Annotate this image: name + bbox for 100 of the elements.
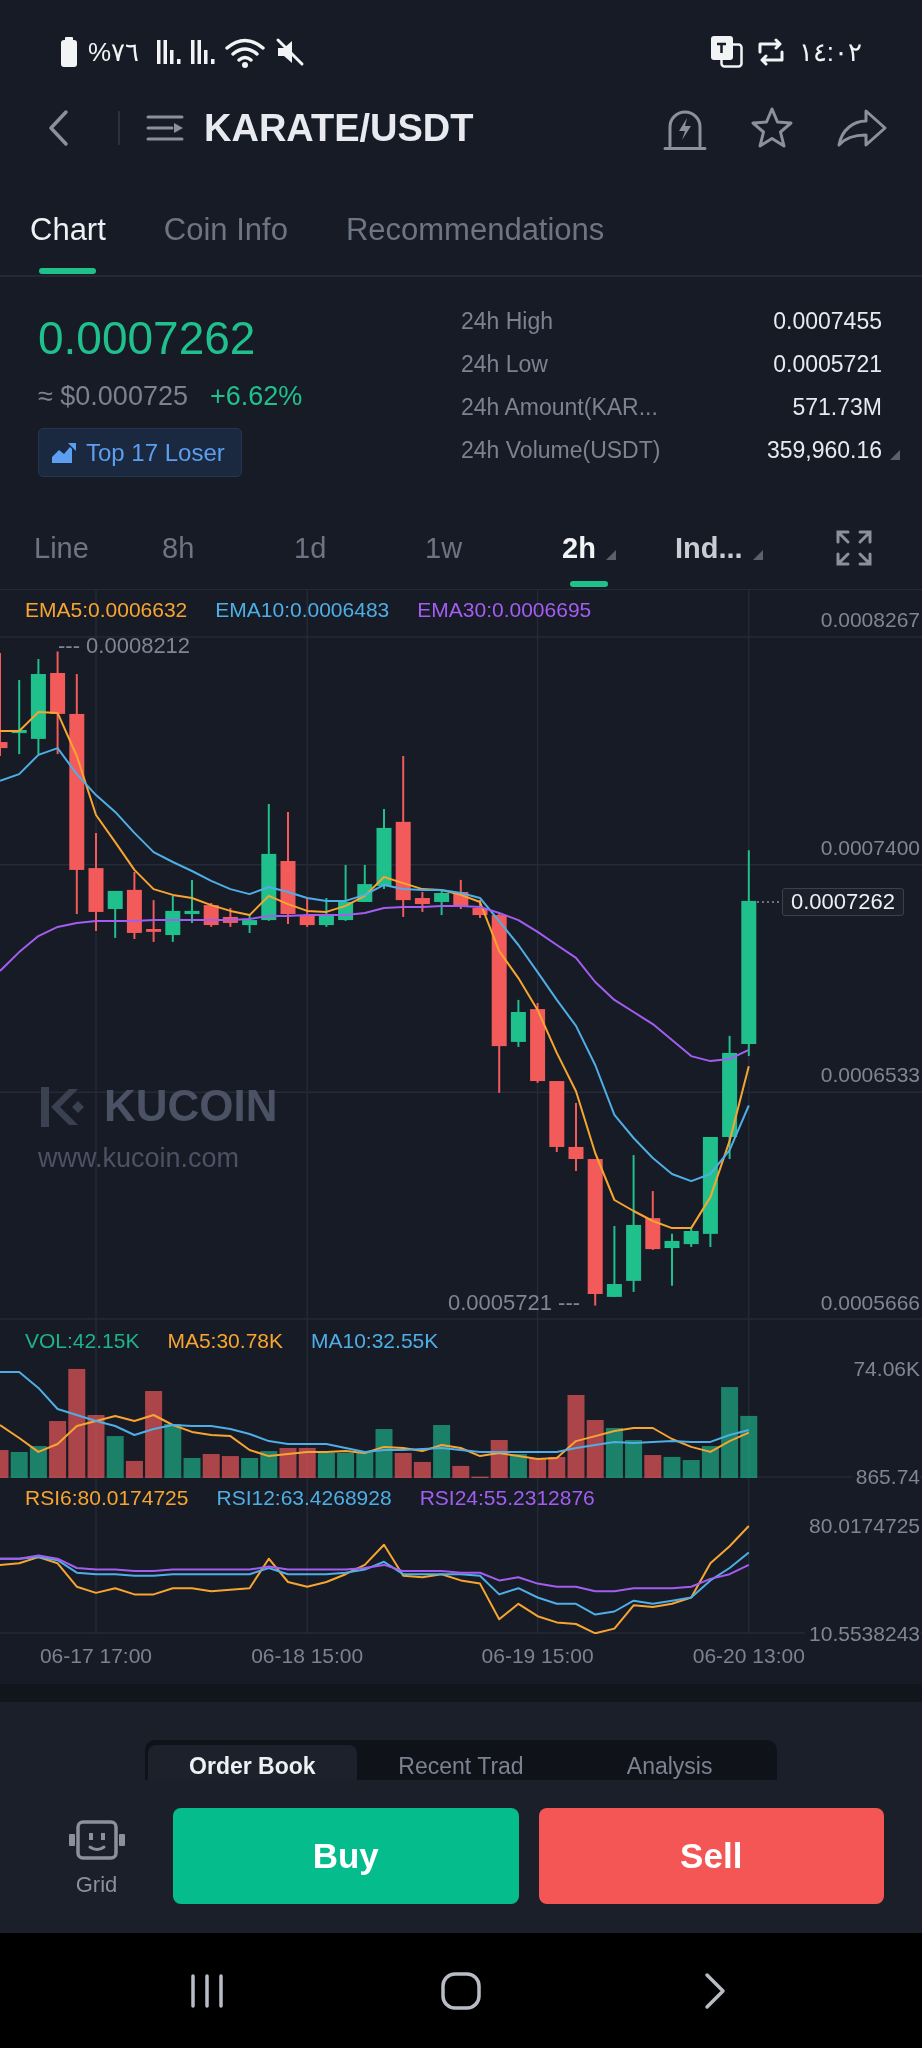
interval-tab[interactable]: 1d xyxy=(294,530,327,587)
watermark-text: KUCOIN xyxy=(104,1082,278,1130)
volume-bar xyxy=(279,1448,297,1478)
candlestick xyxy=(510,998,526,1048)
volume-bar xyxy=(241,1458,259,1478)
candlestick xyxy=(568,1102,584,1173)
candlestick xyxy=(222,907,238,928)
axis-label: 06-20 13:00 xyxy=(692,1644,805,1668)
candlestick xyxy=(414,891,430,913)
volume-bar xyxy=(221,1456,239,1478)
axis-label: 0.0005666 xyxy=(820,1291,920,1315)
indicator-value: MA10:32.55K xyxy=(311,1329,439,1353)
candlestick xyxy=(165,894,181,943)
axis-label: 06-17 17:00 xyxy=(39,1644,153,1668)
indicator-value: EMA5:0.0006632 xyxy=(25,598,188,622)
stat-label: 24h Amount(KAR... xyxy=(461,394,659,421)
stat-value: 0.0007455 xyxy=(773,308,882,335)
stat-value: 0.0005721 xyxy=(773,351,882,378)
indicator-value: RSI6:80.0174725 xyxy=(25,1486,189,1510)
battery-icon xyxy=(60,37,78,67)
home-icon[interactable] xyxy=(441,1971,481,2010)
ranking-tag[interactable]: Top 17 Loser xyxy=(38,428,242,477)
fullscreen-icon[interactable] xyxy=(836,530,872,566)
stat-label: 24h Volume(USDT) xyxy=(461,437,662,464)
chevron-icon[interactable] xyxy=(704,1971,726,2010)
candlestick xyxy=(338,863,354,922)
indicator-value: RSI12:63.4268928 xyxy=(216,1486,392,1510)
price-change: +6.62% xyxy=(209,381,303,411)
grid-button[interactable]: Grid xyxy=(40,1808,153,1898)
tab[interactable]: Chart xyxy=(30,210,106,274)
candlestick xyxy=(242,914,258,934)
interval-tab[interactable]: Line xyxy=(34,530,89,587)
wifi-icon xyxy=(225,36,266,68)
volume-bar xyxy=(29,1446,47,1478)
usd-price: ≈ $0.000725 xyxy=(38,381,188,411)
volume-bar xyxy=(529,1459,547,1478)
candlestick xyxy=(126,871,142,940)
indicator-value: RSI24:55.2312876 xyxy=(419,1486,595,1510)
low-price-marker: 0.0005721 --- xyxy=(448,1291,581,1315)
axis-label: 0.0008267 xyxy=(820,608,920,632)
candlestick xyxy=(184,878,200,924)
axis-label: 0.0007400 xyxy=(820,835,920,860)
stat-label: 24h High xyxy=(461,308,555,335)
volume-bar xyxy=(202,1454,220,1478)
pair-title: KARATE/USDT xyxy=(204,106,474,151)
candlestick xyxy=(357,863,373,903)
price-leader-line xyxy=(756,901,782,903)
signal-icon xyxy=(157,40,182,64)
last-price: 0.0007262 xyxy=(38,311,256,366)
caret-icon xyxy=(752,550,763,560)
back-icon[interactable] xyxy=(46,109,70,147)
translate-icon xyxy=(710,36,743,68)
menu-icon[interactable] xyxy=(146,114,184,142)
interval-tab[interactable]: 8h xyxy=(162,530,195,587)
candlestick xyxy=(472,899,488,919)
caret-icon xyxy=(605,550,616,560)
axis-label: 0.0006533 xyxy=(820,1063,920,1088)
trend-chart-icon xyxy=(51,441,77,464)
volume-bar xyxy=(260,1451,278,1478)
candlestick xyxy=(664,1232,680,1287)
watermark-url: www.kucoin.com xyxy=(38,1142,240,1174)
sell-button[interactable]: Sell xyxy=(538,1808,884,1904)
tab[interactable]: Coin Info xyxy=(163,210,288,274)
tab[interactable]: Order Book xyxy=(148,1745,357,1780)
candlestick xyxy=(453,878,469,911)
candlestick xyxy=(434,888,450,917)
battery-level: %٧٦ xyxy=(88,37,140,67)
stat-value: 359,960.16 xyxy=(766,437,882,464)
tab[interactable]: Recent Trad xyxy=(356,1745,566,1780)
signal-icon xyxy=(191,40,216,64)
volume-bar xyxy=(337,1453,355,1478)
tab[interactable]: Analysis xyxy=(565,1745,774,1780)
high-price-marker: --- 0.0008212 xyxy=(58,634,191,658)
share-icon[interactable] xyxy=(836,107,888,149)
candlestick xyxy=(683,1227,699,1248)
interval-tab[interactable]: Ind... xyxy=(675,530,763,587)
robot-icon xyxy=(68,1820,125,1860)
mute-icon xyxy=(275,37,306,67)
clock-time: ١٤:٠٢ xyxy=(798,37,862,67)
volume-bar xyxy=(605,1427,623,1478)
axis-label: 06-19 15:00 xyxy=(481,1644,594,1668)
stat-value: 571.73M xyxy=(792,394,882,421)
interval-tab[interactable]: 2h xyxy=(562,530,616,587)
indicator-value: EMA10:0.0006483 xyxy=(215,598,390,622)
candlestick xyxy=(318,897,334,928)
star-icon[interactable] xyxy=(750,106,794,150)
interval-tab[interactable]: 1w xyxy=(425,530,463,587)
buy-button[interactable]: Buy xyxy=(173,1808,519,1904)
recent-apps-icon[interactable] xyxy=(189,1972,225,2009)
candlestick xyxy=(146,899,162,943)
indicator-value: EMA30:0.0006695 xyxy=(417,598,592,622)
stat-label: 24h Low xyxy=(461,351,549,378)
candlestick xyxy=(299,897,315,928)
axis-label: 06-18 15:00 xyxy=(251,1644,364,1668)
tab[interactable]: Recommendations xyxy=(345,210,605,274)
volume-bar xyxy=(317,1453,335,1478)
candlestick xyxy=(645,1190,661,1251)
last-price-label: 0.0007262 xyxy=(782,888,904,916)
volume-bar xyxy=(663,1456,681,1478)
candlestick xyxy=(107,889,123,939)
